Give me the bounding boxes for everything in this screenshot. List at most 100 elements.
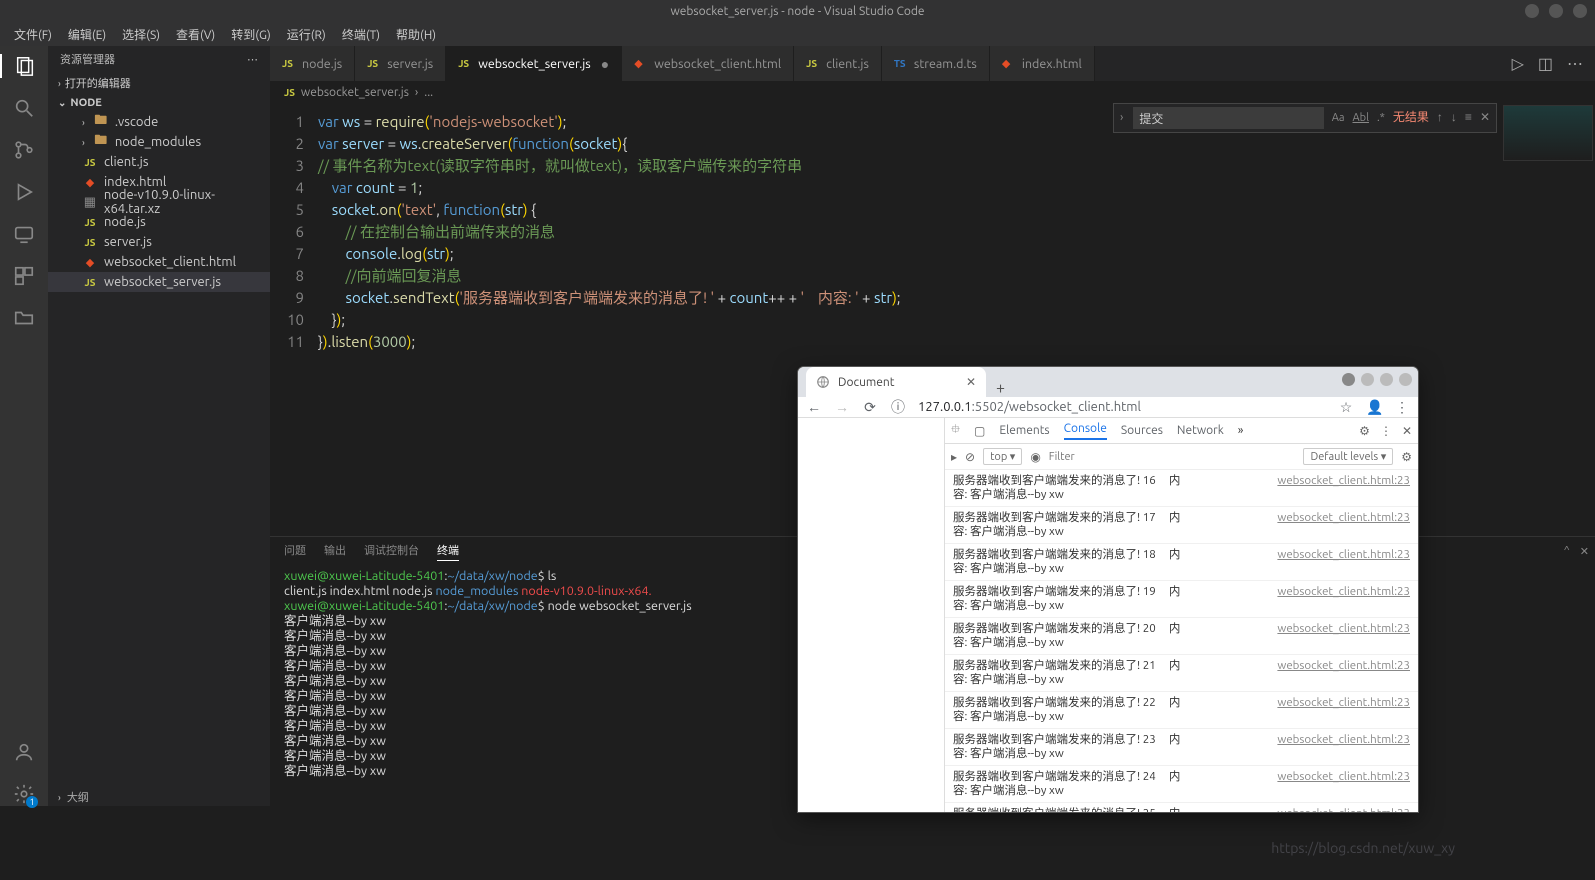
- tree-item[interactable]: ›🖿.vscode: [48, 112, 270, 132]
- forward-icon[interactable]: →: [834, 399, 850, 415]
- account-icon[interactable]: [12, 740, 36, 764]
- close-find-icon[interactable]: ✕: [1480, 107, 1490, 129]
- console-source-link[interactable]: websocket_client.html:23: [1277, 770, 1410, 798]
- match-word-icon[interactable]: Abl: [1353, 107, 1369, 129]
- console-row[interactable]: 服务器端收到客户端端发来的消息了! 20 内容: 客户端消息--by xwweb…: [945, 618, 1418, 655]
- page-viewport[interactable]: [798, 418, 944, 812]
- console-row[interactable]: 服务器端收到客户端端发来的消息了! 18 内容: 客户端消息--by xwweb…: [945, 544, 1418, 581]
- tree-item[interactable]: JSclient.js: [48, 152, 270, 172]
- console-row[interactable]: 服务器端收到客户端端发来的消息了! 17 内容: 客户端消息--by xwweb…: [945, 507, 1418, 544]
- console-row[interactable]: 服务器端收到客户端端发来的消息了! 19 内容: 客户端消息--by xwweb…: [945, 581, 1418, 618]
- maximize-panel-icon[interactable]: ^: [1564, 545, 1570, 558]
- editor-tab[interactable]: JSnode.js: [270, 46, 355, 81]
- more-tabs-icon[interactable]: »: [1238, 424, 1244, 437]
- browser-tab[interactable]: Document ✕: [806, 367, 986, 397]
- console-source-link[interactable]: websocket_client.html:23: [1277, 659, 1410, 687]
- panel-tab[interactable]: 调试控制台: [364, 542, 419, 560]
- match-case-icon[interactable]: Aa: [1332, 107, 1345, 129]
- devtools-tab-console[interactable]: Console: [1064, 422, 1107, 440]
- project-section[interactable]: ⌄ NODE: [48, 94, 270, 112]
- editor-tab[interactable]: ◆websocket_client.html: [622, 46, 794, 81]
- console-settings-icon[interactable]: ⚙: [1401, 450, 1412, 464]
- close-icon[interactable]: [1573, 4, 1587, 18]
- tree-item[interactable]: ▦node-v10.9.0-linux-x64.tar.xz: [48, 192, 270, 212]
- console-source-link[interactable]: websocket_client.html:23: [1277, 548, 1410, 576]
- minimize-icon[interactable]: [1525, 4, 1539, 18]
- editor-tab[interactable]: JSwebsocket_server.js●: [446, 46, 622, 81]
- menu-item[interactable]: 转到(G): [223, 26, 279, 43]
- extensions-icon[interactable]: [12, 264, 36, 288]
- menu-item[interactable]: 帮助(H): [388, 26, 444, 43]
- console-source-link[interactable]: websocket_client.html:23: [1277, 511, 1410, 539]
- editor-tab[interactable]: TSstream.d.ts: [882, 46, 990, 81]
- editor-tab[interactable]: JSclient.js: [794, 46, 882, 81]
- devtools-close-icon[interactable]: ✕: [1402, 424, 1412, 438]
- toggle-sidebar-icon[interactable]: ▸: [951, 450, 957, 464]
- console-source-link[interactable]: websocket_client.html:23: [1277, 622, 1410, 650]
- console-row[interactable]: 服务器端收到客户端端发来的消息了! 23 内容: 客户端消息--by xwweb…: [945, 729, 1418, 766]
- menu-icon[interactable]: ⋮: [1394, 399, 1410, 416]
- menu-item[interactable]: 编辑(E): [60, 26, 114, 43]
- console-row[interactable]: 服务器端收到客户端端发来的消息了! 24 内容: 客户端消息--by xwweb…: [945, 766, 1418, 803]
- context-selector[interactable]: top ▾: [983, 448, 1022, 465]
- tree-item[interactable]: ◆websocket_client.html: [48, 252, 270, 272]
- panel-tab[interactable]: 问题: [284, 542, 306, 560]
- console-row[interactable]: 服务器端收到客户端端发来的消息了! 22 内容: 客户端消息--by xwweb…: [945, 692, 1418, 729]
- filter-input[interactable]: [1049, 451, 1119, 463]
- chevron-right-icon[interactable]: ›: [1120, 107, 1123, 129]
- clear-console-icon[interactable]: ⊘: [965, 450, 975, 464]
- explorer-icon[interactable]: [0, 54, 48, 78]
- remote-icon[interactable]: [12, 222, 36, 246]
- folder-icon[interactable]: [12, 306, 36, 330]
- console-output[interactable]: 服务器端收到客户端端发来的消息了! 16 内容: 客户端消息--by xwweb…: [945, 470, 1418, 812]
- editor-tab[interactable]: ◆index.html: [990, 46, 1095, 81]
- minimap[interactable]: [1503, 105, 1593, 161]
- regex-icon[interactable]: .*: [1377, 107, 1385, 129]
- minimize-icon[interactable]: [1361, 373, 1374, 386]
- device-icon[interactable]: ▢: [974, 424, 985, 438]
- tree-item[interactable]: ›🖿node_modules: [48, 132, 270, 152]
- close-icon[interactable]: [1399, 373, 1412, 386]
- console-row[interactable]: 服务器端收到客户端端发来的消息了! 25 内容: 客户端消息--by xwweb…: [945, 803, 1418, 812]
- find-input[interactable]: [1133, 107, 1323, 129]
- maximize-icon[interactable]: [1380, 373, 1393, 386]
- menu-item[interactable]: 终端(T): [334, 26, 388, 43]
- tab-dirty-icon[interactable]: ●: [601, 56, 609, 72]
- settings-gear-icon[interactable]: 1: [12, 782, 36, 806]
- new-tab-icon[interactable]: +: [986, 379, 1015, 397]
- star-icon[interactable]: ☆: [1338, 399, 1354, 416]
- console-source-link[interactable]: websocket_client.html:23: [1277, 807, 1410, 812]
- run-debug-icon[interactable]: [12, 180, 36, 204]
- panel-tab[interactable]: 终端: [437, 542, 459, 561]
- log-levels-selector[interactable]: Default levels ▾: [1303, 448, 1393, 465]
- outline-section[interactable]: › 大纲: [48, 788, 270, 806]
- console-source-link[interactable]: websocket_client.html:23: [1277, 696, 1410, 724]
- tree-item[interactable]: JSserver.js: [48, 232, 270, 252]
- devtools-settings-icon[interactable]: ⚙: [1359, 424, 1370, 438]
- panel-tab[interactable]: 输出: [324, 542, 346, 560]
- search-icon[interactable]: [12, 96, 36, 120]
- console-source-link[interactable]: websocket_client.html:23: [1277, 585, 1410, 613]
- maximize-icon[interactable]: [1549, 4, 1563, 18]
- prev-match-icon[interactable]: ↑: [1437, 107, 1443, 129]
- reload-icon[interactable]: ⟳: [862, 399, 878, 416]
- run-icon[interactable]: ▷: [1512, 54, 1524, 73]
- open-editors-section[interactable]: › 打开的编辑器: [48, 72, 270, 94]
- info-icon[interactable]: ⓘ: [890, 397, 906, 417]
- console-source-link[interactable]: websocket_client.html:23: [1277, 474, 1410, 502]
- menu-item[interactable]: 选择(S): [114, 26, 168, 43]
- breadcrumb[interactable]: JS websocket_server.js › ...: [270, 81, 1595, 103]
- menu-item[interactable]: 查看(V): [168, 26, 223, 43]
- find-in-selection-icon[interactable]: ≡: [1465, 107, 1472, 129]
- profile-icon[interactable]: 👤: [1366, 399, 1382, 416]
- devtools-tab-sources[interactable]: Sources: [1121, 424, 1163, 437]
- console-row[interactable]: 服务器端收到客户端端发来的消息了! 16 内容: 客户端消息--by xwweb…: [945, 470, 1418, 507]
- tree-item[interactable]: JSwebsocket_server.js: [48, 272, 270, 292]
- close-tab-icon[interactable]: ✕: [966, 375, 976, 389]
- devtools-tab-elements[interactable]: Elements: [999, 424, 1049, 437]
- menu-item[interactable]: 运行(R): [279, 26, 334, 43]
- devtools-menu-icon[interactable]: ⋮: [1380, 424, 1392, 438]
- console-row[interactable]: 服务器端收到客户端端发来的消息了! 21 内容: 客户端消息--by xwweb…: [945, 655, 1418, 692]
- live-expression-icon[interactable]: ◉: [1030, 450, 1040, 464]
- address-bar[interactable]: 127.0.0.1:5502/websocket_client.html: [918, 400, 1326, 414]
